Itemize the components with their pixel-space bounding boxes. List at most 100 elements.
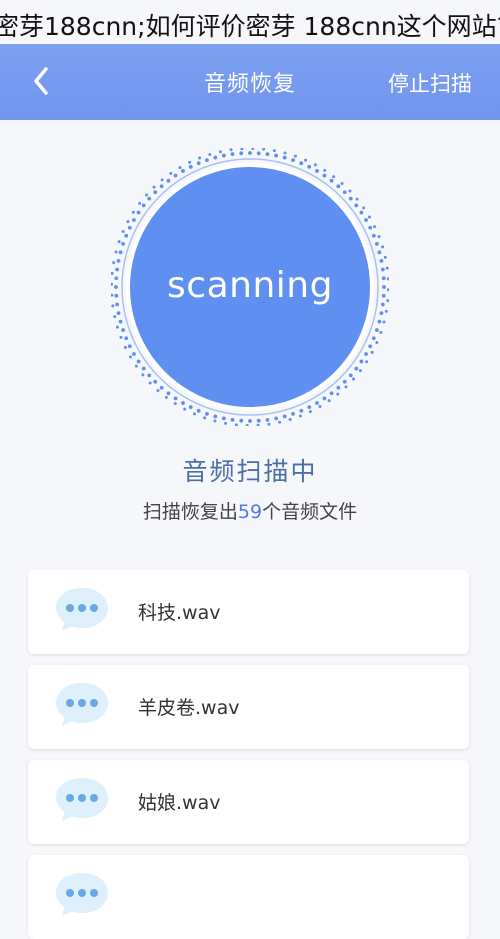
ring-dot xyxy=(373,225,377,229)
ring-dot xyxy=(342,190,347,195)
ring-dot xyxy=(159,385,164,390)
ring-dot xyxy=(141,366,146,371)
ring-dot xyxy=(128,355,132,359)
scan-summary-prefix: 扫描恢复出 xyxy=(142,501,238,523)
ring-dot xyxy=(344,385,348,389)
ring-dot xyxy=(318,405,322,409)
ring-dot xyxy=(374,242,379,246)
ring-dot xyxy=(240,148,244,151)
ring-dot xyxy=(359,210,364,215)
ring-dot xyxy=(152,185,156,189)
stop-scan-button[interactable]: 停止扫描 xyxy=(388,68,472,98)
ring-dot xyxy=(230,417,235,422)
scan-status-title: 音频扫描中 xyxy=(182,457,318,486)
ring-dot xyxy=(118,319,123,324)
ring-dot xyxy=(112,261,116,265)
ring-dot xyxy=(224,421,228,425)
chat-bubble-icon xyxy=(56,778,108,821)
ring-dot xyxy=(188,164,193,169)
ring-dot xyxy=(282,155,287,160)
ring-dot xyxy=(381,245,385,249)
app-header: 音频恢复 停止扫描 xyxy=(0,44,500,120)
ring-dot xyxy=(248,419,252,423)
ring-dot xyxy=(121,229,125,233)
ring-dot xyxy=(205,158,209,163)
ring-dot xyxy=(196,408,201,413)
ring-dot xyxy=(342,379,347,384)
ring-dot xyxy=(364,352,368,356)
ring-dot xyxy=(368,344,373,349)
ring-dot xyxy=(173,402,177,406)
ring-dot xyxy=(203,416,207,420)
ring-dot xyxy=(213,155,218,160)
ring-dot xyxy=(173,396,178,401)
file-name: 科技.wav xyxy=(138,602,221,624)
file-list-item[interactable]: 姑娘.wav xyxy=(28,760,469,844)
ring-dot xyxy=(355,197,359,201)
ring-dot xyxy=(164,395,168,399)
ring-dot xyxy=(274,153,279,158)
ring-dot xyxy=(265,417,270,422)
ring-dot xyxy=(248,151,252,155)
ring-dot xyxy=(159,184,164,189)
ring-dot xyxy=(374,328,379,332)
ring-dot xyxy=(299,408,304,413)
ring-dot xyxy=(117,240,121,244)
file-list-item[interactable] xyxy=(28,855,469,939)
ring-dot xyxy=(213,414,218,419)
scan-summary-suffix: 个音频文件 xyxy=(262,501,358,523)
ring-dot xyxy=(348,196,353,201)
ring-dot xyxy=(218,150,222,154)
ring-dot xyxy=(196,161,201,166)
ring-dot xyxy=(323,168,327,172)
ring-dot xyxy=(379,258,384,263)
ring-dot xyxy=(148,381,152,385)
ring-dot xyxy=(336,184,341,189)
ring-dot xyxy=(132,352,136,356)
ring-dot xyxy=(359,359,364,364)
ring-dot xyxy=(288,418,292,422)
ring-dot xyxy=(123,345,127,349)
file-list-item[interactable]: 科技.wav xyxy=(28,570,469,654)
ring-dot xyxy=(368,225,373,230)
ring-dot xyxy=(377,250,382,255)
ring-dot xyxy=(141,203,146,208)
file-name: 羊皮卷.wav xyxy=(138,697,240,719)
ring-dot xyxy=(371,233,376,238)
ring-dot xyxy=(308,410,312,414)
ring-dot xyxy=(358,369,362,373)
ring-dot xyxy=(138,201,142,205)
ring-dot xyxy=(124,233,129,238)
ring-dot xyxy=(145,193,148,197)
ring-dot xyxy=(234,423,238,426)
ring-dot xyxy=(229,148,233,152)
scan-summary: 扫描恢复出59个音频文件 xyxy=(0,497,500,524)
ring-dot xyxy=(132,218,136,222)
ring-dot xyxy=(362,206,366,210)
chat-bubble-icon xyxy=(56,588,108,631)
ring-dot xyxy=(156,389,160,392)
ring-dot xyxy=(329,391,334,396)
ring-dot xyxy=(329,178,334,183)
ring-dot xyxy=(371,336,376,341)
ring-dot xyxy=(304,158,308,162)
ring-dot xyxy=(377,235,381,239)
ring-dot xyxy=(136,359,141,364)
ring-dot xyxy=(274,416,279,421)
ring-dot xyxy=(245,423,249,426)
scan-count: 59 xyxy=(237,501,263,523)
ring-dot xyxy=(166,178,171,183)
ring-dot xyxy=(375,341,379,345)
ring-dot xyxy=(116,258,121,263)
file-list-item[interactable]: 羊皮卷.wav xyxy=(28,665,469,749)
ring-dot xyxy=(115,325,119,329)
ring-dot xyxy=(272,149,276,153)
ring-dot xyxy=(336,392,340,396)
ring-dot xyxy=(127,225,132,230)
ring-dot xyxy=(336,385,341,390)
ring-dot xyxy=(322,173,327,178)
ring-dot xyxy=(221,153,226,158)
ring-dot xyxy=(208,152,212,156)
ring-dot xyxy=(198,156,202,160)
ring-dot xyxy=(332,175,336,179)
